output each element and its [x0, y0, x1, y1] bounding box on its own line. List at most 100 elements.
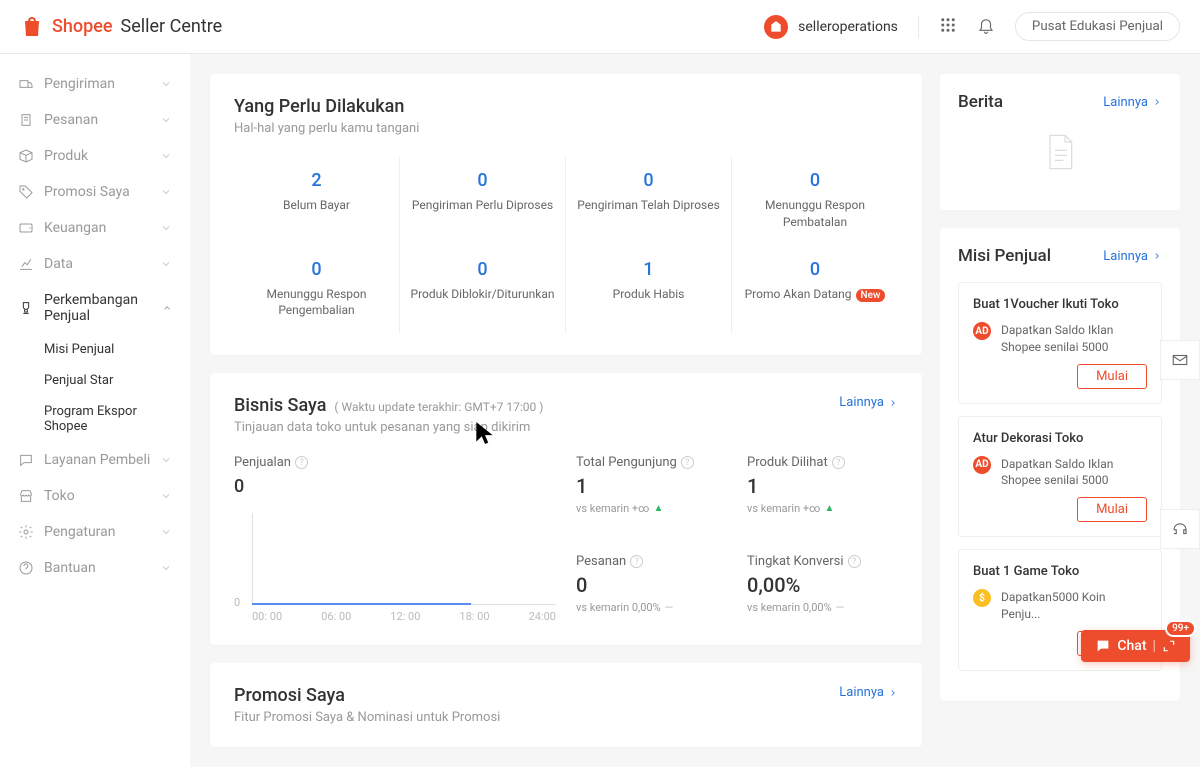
nav-pengiriman[interactable]: Pengiriman — [0, 66, 190, 102]
expand-icon — [1162, 639, 1176, 653]
education-center-button[interactable]: Pusat Edukasi Penjual — [1015, 12, 1180, 41]
stat-label: Tingkat Konversi — [747, 554, 844, 569]
nav-label: Layanan Pembeli — [44, 452, 150, 468]
info-icon[interactable]: ? — [832, 456, 845, 469]
notifications-icon[interactable] — [977, 16, 995, 38]
stat-compare: vs kemarin 0,00% — — [747, 601, 898, 614]
user-menu[interactable]: selleroperations — [764, 15, 898, 39]
nav-label: Perkembangan Penjual — [44, 292, 162, 324]
todo-item[interactable]: 0 Pengiriman Perlu Diproses — [400, 156, 566, 245]
nav-bantuan[interactable]: Bantuan — [0, 550, 190, 586]
tag-icon — [18, 184, 34, 200]
chart-xlabel: 12: 00 — [390, 610, 420, 623]
chat-icon — [18, 452, 34, 468]
store-icon — [18, 488, 34, 504]
todo-item[interactable]: 0 Produk Diblokir/Diturunkan — [400, 245, 566, 334]
todo-item[interactable]: 0 Menunggu Respon Pembatalan — [732, 156, 898, 245]
header-brand[interactable]: Shopee Seller Centre — [20, 15, 222, 39]
nav-data[interactable]: Data — [0, 246, 190, 282]
trend-up-icon: ▲ — [653, 503, 663, 514]
nav-label: Produk — [44, 148, 88, 164]
nav-pengaturan[interactable]: Pengaturan — [0, 514, 190, 550]
nav-layanan[interactable]: Layanan Pembeli — [0, 442, 190, 478]
news-more-link[interactable]: Lainnya — [1103, 95, 1162, 110]
trend-flat-icon: — — [836, 601, 845, 614]
chevron-down-icon — [160, 186, 172, 198]
float-headset-button[interactable] — [1160, 509, 1200, 549]
stat-block: Tingkat Konversi ? 0,00% vs kemarin 0,00… — [747, 554, 898, 623]
trophy-icon — [18, 300, 34, 316]
stat-compare: vs kemarin +∞ ▲ — [747, 502, 898, 515]
chevron-right-icon — [1152, 97, 1162, 107]
mission-start-button[interactable]: Mulai — [1077, 497, 1147, 522]
chevron-down-icon — [160, 526, 172, 538]
chat-widget[interactable]: Chat | 99+ — [1081, 630, 1190, 662]
todo-label: Produk Habis — [576, 286, 721, 303]
nav-label: Toko — [44, 488, 75, 504]
nav-perkembangan[interactable]: Perkembangan Penjual — [0, 282, 190, 334]
promo-card: Promosi Saya Fitur Promosi Saya & Nomina… — [210, 663, 922, 747]
mission-title: Buat 1 Game Toko — [973, 564, 1147, 579]
nav-sub-star[interactable]: Penjual Star — [0, 365, 190, 396]
chart-xlabel: 06: 00 — [321, 610, 351, 623]
nav-keuangan[interactable]: Keuangan — [0, 210, 190, 246]
chart-ylabel: 0 — [234, 596, 240, 609]
todo-item[interactable]: 1 Produk Habis — [566, 245, 732, 334]
info-icon[interactable]: ? — [630, 555, 643, 568]
nav-sub-misi[interactable]: Misi Penjual — [0, 334, 190, 365]
missions-more-link[interactable]: Lainnya — [1103, 249, 1162, 264]
stat-block: Pesanan ? 0 vs kemarin 0,00% — — [576, 554, 727, 623]
todo-label: Pengiriman Perlu Diproses — [410, 197, 555, 214]
chevron-right-icon — [888, 398, 898, 408]
info-icon[interactable]: ? — [295, 456, 308, 469]
chevron-down-icon — [160, 150, 172, 162]
float-mail-button[interactable] — [1160, 340, 1200, 380]
mission-desc: Dapatkan Saldo Iklan Shopee senilai 5000 — [1001, 322, 1147, 356]
sidebar: Pengiriman Pesanan Produk Promosi Saya K… — [0, 54, 190, 767]
todo-value: 1 — [576, 259, 721, 280]
todo-label: Promo Akan DatangNew — [742, 286, 888, 303]
todo-item[interactable]: 2 Belum Bayar — [234, 156, 400, 245]
business-more-link[interactable]: Lainnya — [839, 395, 898, 410]
nav-produk[interactable]: Produk — [0, 138, 190, 174]
nav-toko[interactable]: Toko — [0, 478, 190, 514]
apps-grid-icon[interactable] — [939, 16, 957, 38]
mission-start-button[interactable]: Mulai — [1077, 364, 1147, 389]
mail-icon — [1171, 351, 1189, 369]
truck-icon — [18, 76, 34, 92]
nav-label: Bantuan — [44, 560, 96, 576]
wallet-icon — [18, 220, 34, 236]
nav-sub-ekspor[interactable]: Program Ekspor Shopee — [0, 396, 190, 442]
info-icon[interactable]: ? — [848, 555, 861, 568]
chevron-down-icon — [160, 562, 172, 574]
nav-pesanan[interactable]: Pesanan — [0, 102, 190, 138]
chat-bubble-icon — [1095, 638, 1111, 654]
mission-desc: Dapatkan5000 Koin Penju... — [1001, 589, 1147, 623]
logo-brand-text: Shopee — [52, 16, 113, 37]
app-header: Shopee Seller Centre selleroperations Pu… — [0, 0, 1200, 54]
stat-value: 0 — [576, 573, 727, 597]
todo-label: Belum Bayar — [244, 197, 389, 214]
mission-desc: Dapatkan Saldo Iklan Shopee senilai 5000 — [1001, 456, 1147, 490]
mission-reward-icon: AD — [973, 456, 991, 474]
chevron-down-icon — [160, 222, 172, 234]
chevron-up-icon — [162, 302, 172, 314]
todo-item[interactable]: 0 Pengiriman Telah Diproses — [566, 156, 732, 245]
user-name-label: selleroperations — [798, 19, 898, 35]
mission-title: Buat 1Voucher Ikuti Toko — [973, 297, 1147, 312]
chevron-right-icon — [888, 688, 898, 698]
business-title: Bisnis Saya — [234, 395, 326, 416]
user-avatar-icon — [764, 15, 788, 39]
chart-xlabel: 24:00 — [529, 610, 556, 623]
chart-xlabel: 00: 00 — [252, 610, 282, 623]
todo-item[interactable]: 0 Menunggu Respon Pengembalian — [234, 245, 400, 334]
stat-compare: vs kemarin +∞ ▲ — [576, 502, 727, 515]
nav-promosi[interactable]: Promosi Saya — [0, 174, 190, 210]
promo-more-link[interactable]: Lainnya — [839, 685, 898, 700]
todo-subtitle: Hal-hal yang perlu kamu tangani — [234, 121, 898, 136]
stat-label: Pesanan — [576, 554, 626, 569]
todo-item[interactable]: 0 Promo Akan DatangNew — [732, 245, 898, 334]
info-icon[interactable]: ? — [681, 456, 694, 469]
stat-label: Produk Dilihat — [747, 455, 828, 470]
main-content: Yang Perlu Dilakukan Hal-hal yang perlu … — [190, 54, 1200, 767]
